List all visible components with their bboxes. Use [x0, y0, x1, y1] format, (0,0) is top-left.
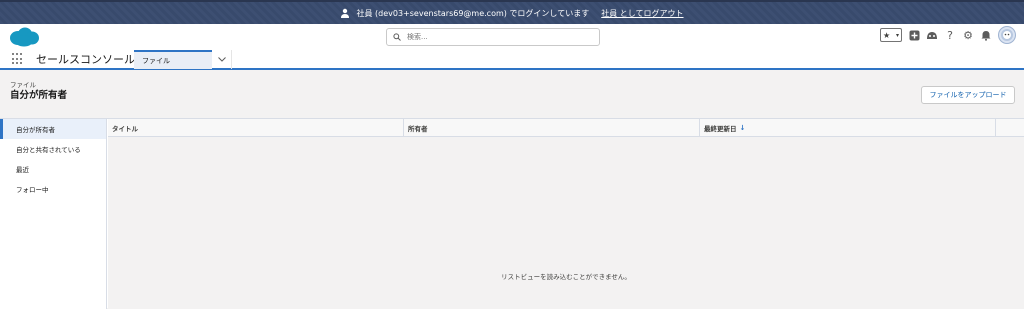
navigation-bar: セールスコンソール ファイル — [0, 50, 1024, 70]
upload-file-button[interactable]: ファイルをアップロード — [921, 86, 1015, 104]
chevron-down-icon — [217, 57, 226, 62]
search-icon — [393, 33, 401, 41]
sidebar-item-label: 最近 — [16, 166, 29, 174]
trailhead-icon[interactable] — [926, 29, 938, 41]
salesforce-logo-icon — [10, 27, 39, 47]
sidebar-item-label: 自分と共有されている — [16, 146, 81, 154]
sidebar-item-shared-with-me[interactable]: 自分と共有されている — [0, 139, 106, 159]
files-content: 自分が所有者 自分と共有されている 最近 フォロー中 タイトル 所有者 最終更新… — [0, 118, 1024, 309]
global-search[interactable] — [386, 28, 600, 46]
column-header-actions — [996, 119, 1024, 137]
sidebar-item-label: フォロー中 — [16, 186, 49, 194]
column-header-last-modified[interactable]: 最終更新日 ↓ — [700, 119, 996, 137]
tab-label: ファイル — [142, 56, 170, 65]
favorites-button[interactable]: ★ ▾ — [880, 28, 902, 42]
files-table: タイトル 所有者 最終更新日 ↓ リストビューを読み込むことができません。 — [108, 119, 1024, 309]
empty-state-message: リストビューを読み込むことができません。 — [501, 273, 631, 281]
banner-message: 社員 (dev03+sevenstars69@me.com) でログインしていま… — [356, 8, 590, 18]
bell-icon[interactable] — [980, 29, 992, 41]
global-header: ★ ▾ ? ⚙ — [0, 24, 1024, 50]
app-name: セールスコンソール — [36, 53, 135, 66]
sidebar-item-owned-by-me[interactable]: 自分が所有者 — [0, 119, 106, 139]
tab-menu-button[interactable] — [212, 50, 232, 69]
column-header-owner[interactable]: 所有者 — [404, 119, 700, 137]
star-icon: ★ — [883, 30, 891, 40]
login-as-banner: 社員 (dev03+sevenstars69@me.com) でログインしていま… — [0, 0, 1024, 24]
utility-icons: ★ ▾ ? ⚙ — [880, 26, 1016, 44]
logout-link[interactable]: 社員 としてログアウト — [601, 8, 683, 19]
page-header: ファイル 自分が所有者 ファイルをアップロード — [0, 70, 1024, 118]
user-icon — [341, 8, 350, 18]
files-sidebar: 自分が所有者 自分と共有されている 最近 フォロー中 — [0, 119, 107, 309]
app-launcher-icon[interactable] — [12, 53, 24, 65]
sidebar-item-label: 自分が所有者 — [16, 126, 55, 134]
page-title: 自分が所有者 — [10, 90, 68, 101]
column-header-title[interactable]: タイトル — [108, 119, 404, 137]
chevron-down-icon: ▾ — [895, 31, 899, 39]
sidebar-item-recent[interactable]: 最近 — [0, 159, 106, 179]
sort-arrow-down-icon: ↓ — [739, 124, 746, 132]
search-input[interactable] — [407, 33, 587, 41]
global-actions-icon[interactable] — [908, 29, 920, 41]
sidebar-item-following[interactable]: フォロー中 — [0, 179, 106, 199]
avatar[interactable] — [998, 26, 1016, 44]
gear-icon[interactable]: ⚙ — [962, 29, 974, 42]
table-header: タイトル 所有者 最終更新日 ↓ — [108, 119, 1024, 137]
tab-files[interactable]: ファイル — [134, 50, 212, 69]
help-icon[interactable]: ? — [944, 29, 956, 42]
